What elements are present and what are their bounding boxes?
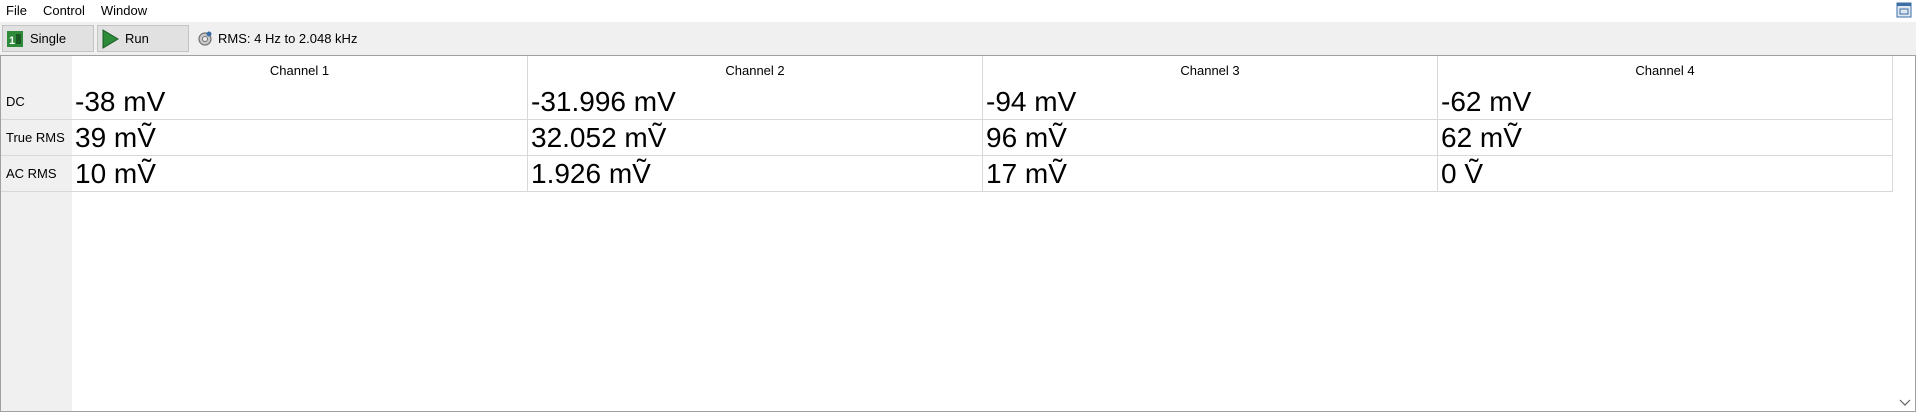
column-header-channel-4[interactable]: Channel 4 <box>1438 56 1893 84</box>
single-label: Single <box>30 31 67 46</box>
row-header-dc[interactable]: DC <box>1 84 72 120</box>
single-button[interactable]: 1 Single <box>2 25 94 52</box>
cell-ac-rms-channel-3[interactable]: 17 mṼ <box>983 156 1438 192</box>
cell-true-rms-channel-1[interactable]: 39 mṼ <box>72 120 528 156</box>
run-button[interactable]: Run <box>97 25 189 52</box>
run-label: Run <box>125 31 149 46</box>
column-header-channel-2[interactable]: Channel 2 <box>528 56 983 84</box>
menu-file[interactable]: File <box>0 0 35 22</box>
single-icon: 1 <box>7 30 23 47</box>
rms-range-label: RMS: 4 Hz to 2.048 kHz <box>218 31 358 46</box>
column-header-channel-3[interactable]: Channel 3 <box>983 56 1438 84</box>
menu-control[interactable]: Control <box>35 0 93 22</box>
rms-range[interactable]: RMS: 4 Hz to 2.048 kHz <box>196 30 357 48</box>
column-header-channel-1[interactable]: Channel 1 <box>72 56 528 84</box>
toolbar: 1 Single Run RMS: 4 Hz to 2.048 kHz <box>0 22 1916 55</box>
scroll-down-icon[interactable] <box>1899 399 1911 407</box>
menu-bar: File Control Window <box>0 0 1916 22</box>
cell-ac-rms-channel-2[interactable]: 1.926 mṼ <box>528 156 983 192</box>
cell-true-rms-channel-4[interactable]: 62 mṼ <box>1438 120 1893 156</box>
row-header-true-rms[interactable]: True RMS <box>1 120 72 156</box>
row-header-ac-rms[interactable]: AC RMS <box>1 156 72 192</box>
app-window: File Control Window 1 Single Run RMS: 4 … <box>0 0 1916 412</box>
gear-icon <box>198 31 212 46</box>
cell-dc-channel-3[interactable]: -94 mV <box>983 84 1438 120</box>
svg-text:1: 1 <box>9 35 15 47</box>
cell-dc-channel-4[interactable]: -62 mV <box>1438 84 1893 120</box>
menu-window[interactable]: Window <box>93 0 155 22</box>
cell-dc-channel-2[interactable]: -31.996 mV <box>528 84 983 120</box>
cell-ac-rms-channel-1[interactable]: 10 mṼ <box>72 156 528 192</box>
cell-true-rms-channel-3[interactable]: 96 mṼ <box>983 120 1438 156</box>
play-icon <box>102 28 119 49</box>
cell-ac-rms-channel-4[interactable]: 0 Ṽ <box>1438 156 1893 192</box>
measurement-table: Channel 1 Channel 2 Channel 3 Channel 4 … <box>0 55 1916 412</box>
vertical-scrollbar[interactable] <box>1895 56 1915 411</box>
cell-dc-channel-1[interactable]: -38 mV <box>72 84 528 120</box>
window-restore-icon[interactable] <box>1896 2 1912 18</box>
cell-true-rms-channel-2[interactable]: 32.052 mṼ <box>528 120 983 156</box>
